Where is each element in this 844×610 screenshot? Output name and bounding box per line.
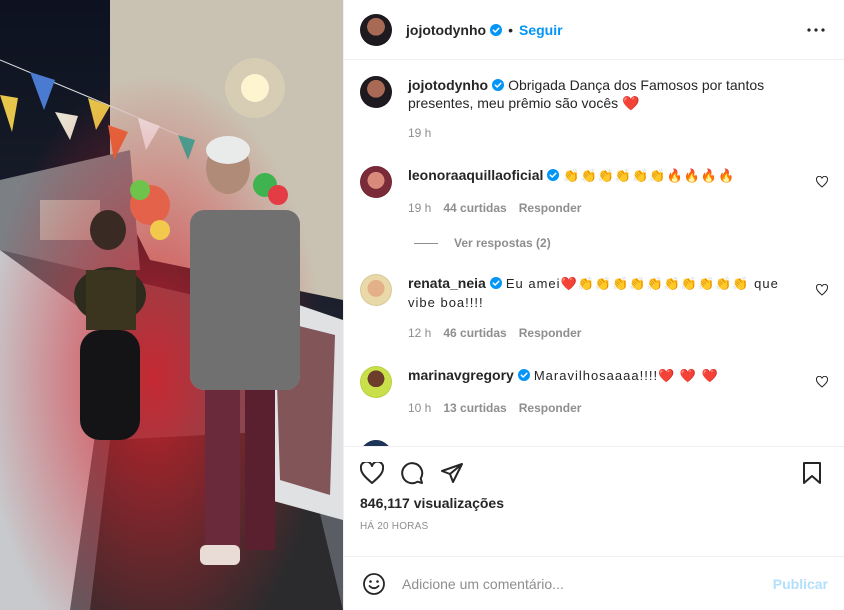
verified-badge-icon [517,369,530,381]
post-media-video[interactable] [0,0,343,610]
caption-avatar[interactable] [360,76,392,108]
comment-avatar[interactable] [360,166,392,198]
like-button[interactable] [352,453,392,493]
follow-button[interactable]: Seguir [519,22,563,38]
comment-input[interactable] [400,574,773,593]
caption-username[interactable]: jojotodynho [408,77,488,93]
comment-username[interactable]: leonoraaquillaoficial [408,167,543,183]
comment-likes[interactable]: 46 curtidas [443,324,506,342]
comment-icon [401,462,424,485]
share-button[interactable] [432,453,472,493]
verified-badge-icon [547,169,560,181]
comment-avatar[interactable] [360,366,392,398]
comment-username[interactable]: marinavgregory [408,367,514,383]
post-header: jojotodynho • Seguir [344,0,844,60]
publish-button[interactable]: Publicar [773,576,828,592]
view-replies-button[interactable]: Ver respostas (2) [414,236,551,250]
view-replies-label: Ver respostas (2) [454,236,551,250]
reply-button[interactable]: Responder [519,324,582,342]
share-icon [441,463,463,483]
author-avatar[interactable] [360,13,392,46]
comment-avatar[interactable] [360,274,392,306]
save-button[interactable] [792,453,832,493]
more-options-icon [807,27,825,32]
separator-dot: • [508,21,513,38]
heart-icon[interactable] [816,284,828,296]
add-comment-bar: Publicar [344,556,844,610]
comment-text: Maravilhosaaaa!!!!❤️ ❤️ ❤️ [533,368,719,383]
comment-text: 👏👏👏👏👏👏🔥🔥🔥🔥 [563,168,736,183]
heart-icon [360,462,384,484]
comment-likes[interactable]: 44 curtidas [443,199,506,217]
caption-emoji: ❤️ [622,95,640,111]
heart-icon[interactable] [816,176,828,188]
comment-time[interactable]: 12 h [408,324,431,342]
emoji-icon [363,572,385,595]
more-options-button[interactable] [804,18,828,42]
verified-badge-icon [489,277,502,289]
comments-list[interactable]: jojotodynho Obrigada Dança dos Famosos po… [344,60,844,446]
post-actions: 846,117 visualizações HÁ 20 HORAS [344,446,844,556]
action-icons [344,447,844,487]
comment-item: renata_neia Eu amei❤️👏👏👏👏👏👏👏👏👏👏 que vibe … [360,274,828,342]
comment-item: marinavgregory Maravilhosaaaa!!!!❤️ ❤️ ❤️… [360,366,828,417]
caption-time[interactable]: 19 h [408,124,431,142]
comment-time[interactable]: 10 h [408,399,431,417]
verified-badge-icon [490,23,503,36]
comment-likes[interactable]: 13 curtidas [443,399,506,417]
emoji-button[interactable] [360,570,388,598]
bookmark-icon [803,462,821,484]
comment-button[interactable] [392,453,432,493]
instagram-post: jojotodynho • Seguir jojotodynho Obrigada… [0,0,844,610]
comment-username[interactable]: renata_neia [408,275,486,291]
post-caption: jojotodynho Obrigada Dança dos Famosos po… [360,76,828,142]
heart-icon[interactable] [816,376,828,388]
view-replies-line [414,242,438,244]
verified-badge-icon [492,79,505,91]
comment-item: leonoraaquillaoficial 👏👏👏👏👏👏🔥🔥🔥🔥 19 h 44 … [360,166,828,217]
reply-button[interactable]: Responder [519,399,582,417]
video-frame [0,0,343,610]
author-username[interactable]: jojotodynho [406,22,486,38]
comment-time[interactable]: 19 h [408,199,431,217]
post-timestamp[interactable]: HÁ 20 HORAS [344,511,844,532]
post-side-panel: jojotodynho • Seguir jojotodynho Obrigada… [343,0,844,610]
reply-button[interactable]: Responder [519,199,582,217]
